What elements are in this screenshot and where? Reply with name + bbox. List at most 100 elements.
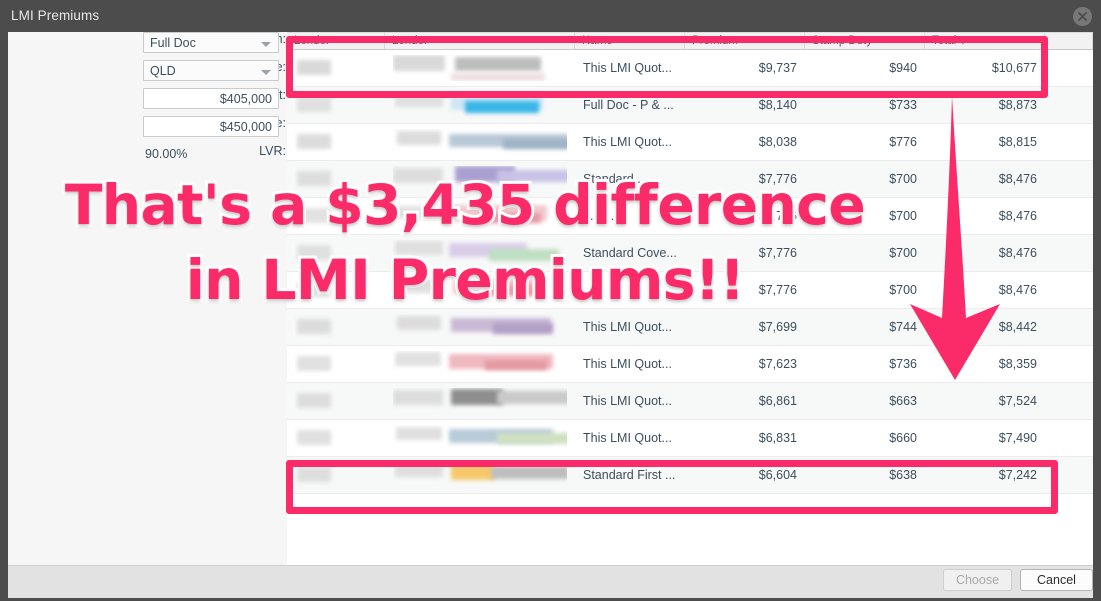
table-header-row: Lender Lender Name Premium Stamp Duty Total ↓ [287,32,1093,50]
cell-name: ...an ... [583,209,622,223]
cell-stamp-duty: $744 [889,320,917,334]
lvr-value: 90.00% [145,147,188,161]
lender-logo-large [385,240,575,266]
cell-total: $8,476 [998,246,1037,260]
lender-logo-small [287,462,385,488]
dialog-footer [8,565,1093,598]
table-row[interactable]: This LMI Quot... $7,623 $736 $8,359 [287,346,1093,383]
cell-total: $7,490 [998,431,1037,445]
window-titlebar: LMI Premiums [0,0,1101,32]
lmi-premiums-dialog: LMI Premiums Income Verification: Full D… [0,0,1101,601]
lender-logo-large [385,314,575,340]
cell-stamp-duty: $700 [889,246,917,260]
lmi-results-table: Lender Lender Name Premium Stamp Duty Total ↓ … [287,32,1093,565]
field-loan-amount: Loan Amount: $405,000 [8,88,286,116]
lender-logo-small [287,92,385,118]
cell-stamp-duty: $940 [889,61,917,75]
table-row[interactable]: ...an ... $7,776 $700 $8,476 [287,198,1093,235]
state-select[interactable]: QLD [143,60,279,81]
window-title: LMI Premiums [11,8,100,23]
cell-premium: $9,737 [758,61,797,75]
field-lvr: LVR: 90.00% [8,144,286,172]
state-value: QLD [150,63,176,78]
table-row[interactable]: Standard ... $7,776 $700 $8,476 [287,161,1093,198]
column-header-blank-6[interactable] [1045,33,1093,49]
lender-logo-large [385,92,575,118]
lender-logo-large [385,462,575,488]
field-income-verification: Income Verification: Full Doc [8,32,286,60]
loan-amount-value: $405,000 [219,91,272,106]
cell-premium: $7,776 [758,209,797,223]
table-body: This LMI Quot... $9,737 $940 $10,677 Full Do… [287,50,1093,494]
cell-name: This LMI Quot... [583,320,672,334]
table-row[interactable]: Full Doc - P & ... $8,140 $733 $8,873 [287,87,1093,124]
column-header-lender-0[interactable]: Lender [287,33,385,49]
cell-premium: $6,831 [758,431,797,445]
cell-name: This LMI Quot... [583,61,672,75]
column-header-total-5[interactable]: Total ↓ [925,33,1045,49]
table-row[interactable]: This LMI Quot... $6,861 $663 $7,524 [287,383,1093,420]
cell-stamp-duty: $700 [889,283,917,297]
cell-stamp-duty: $736 [889,357,917,371]
cell-stamp-duty: $660 [889,431,917,445]
cell-premium: $7,776 [758,172,797,186]
income-verification-select[interactable]: Full Doc [143,32,279,53]
cell-name: This LMI Quot... [583,431,672,445]
cell-total: $8,476 [998,283,1037,297]
cell-stamp-duty: $700 [889,209,917,223]
cell-name: Full Doc - P & ... [583,98,674,112]
loan-amount-input[interactable]: $405,000 [143,88,279,109]
cell-stamp-duty: $776 [889,135,917,149]
lender-logo-large [385,55,575,81]
security-value-input[interactable]: $450,000 [143,116,279,137]
cell-premium: $7,623 [758,357,797,371]
chevron-down-icon [261,70,271,75]
lender-logo-small [287,425,385,451]
cell-premium: $7,776 [758,246,797,260]
cell-total: $8,815 [998,135,1037,149]
cell-name: Standard First ... [583,468,676,482]
input-form: Income Verification: Full Doc State: QLD [8,32,286,172]
lender-logo-small [287,351,385,377]
income-verification-value: Full Doc [150,35,196,50]
cell-total: $8,476 [998,172,1037,186]
cell-name: This LMI Quot... [583,135,672,149]
table-row[interactable]: This LMI Quot... $6,831 $660 $7,490 [287,420,1093,457]
cell-total: $8,476 [998,209,1037,223]
table-row[interactable]: This LMI Quot... $9,737 $940 $10,677 [287,50,1093,87]
table-row[interactable]: This LMI Quot... $7,699 $744 $8,442 [287,309,1093,346]
column-header-premium-3[interactable]: Premium [685,33,805,49]
cell-total: $7,242 [998,468,1037,482]
field-security-value: Security Value: $450,000 [8,116,286,144]
column-header-lender-1[interactable]: Lender [385,33,575,49]
cell-premium: $8,140 [758,98,797,112]
lender-logo-small [287,388,385,414]
cell-premium: $6,604 [758,468,797,482]
cell-stamp-duty: $638 [889,468,917,482]
table-row[interactable]: Standard Cove... $7,776 $700 $8,476 [287,235,1093,272]
cell-total: $7,524 [998,394,1037,408]
lender-logo-large [385,277,575,303]
cell-premium: $7,699 [758,320,797,334]
cell-stamp-duty: $733 [889,98,917,112]
table-row[interactable]: This LMI Quot... $8,038 $776 $8,815 [287,124,1093,161]
cell-total: $8,873 [998,98,1037,112]
cell-total: $10,677 [991,61,1037,75]
lender-logo-small [287,166,385,192]
lender-logo-small [287,203,385,229]
chevron-down-icon [261,42,271,47]
lender-logo-large [385,166,575,192]
choose-button[interactable]: Choose [943,569,1012,591]
cell-name: This LMI Quot... [583,357,672,371]
cell-stamp-duty: $663 [889,394,917,408]
lender-logo-large [385,203,575,229]
cancel-button[interactable]: Cancel [1020,569,1093,591]
cell-premium: $6,861 [758,394,797,408]
table-row[interactable]: Standard First ... $6,604 $638 $7,242 [287,457,1093,494]
lender-logo-small [287,129,385,155]
column-header-stamp-duty-4[interactable]: Stamp Duty [805,33,925,49]
table-row[interactable]: $7,776 $700 $8,476 [287,272,1093,309]
cell-name: This LMI Quot... [583,394,672,408]
close-icon[interactable] [1073,7,1092,26]
column-header-name-2[interactable]: Name [575,33,685,49]
